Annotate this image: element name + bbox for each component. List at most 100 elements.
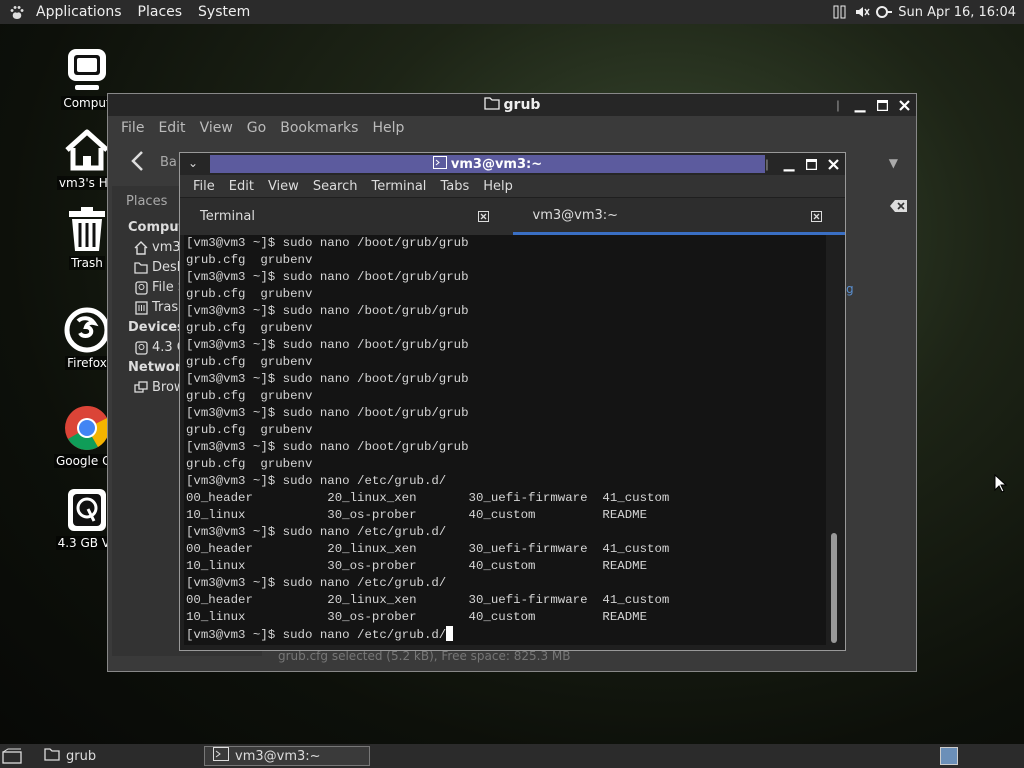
gnome-foot-icon[interactable] bbox=[6, 1, 28, 23]
text-cursor bbox=[446, 626, 454, 641]
prompt-text: [vm3@vm3 ~]$ sudo nano /etc/grub.d/ bbox=[186, 628, 447, 642]
menu-system[interactable]: System bbox=[190, 4, 258, 20]
terminal-line: [vm3@vm3 ~]$ sudo nano /etc/grub.d/ bbox=[186, 576, 447, 590]
terminal-line: grub.cfg grubenv bbox=[186, 389, 313, 403]
sidebar-header[interactable]: Places bbox=[126, 194, 167, 209]
terminal-icon bbox=[213, 747, 229, 765]
network-status-icon[interactable] bbox=[832, 4, 848, 20]
folder-icon bbox=[134, 261, 148, 275]
taskbar-item-label: grub bbox=[66, 748, 97, 764]
window-title: vm3@vm3:~ bbox=[450, 156, 543, 172]
drive-icon bbox=[63, 486, 111, 534]
terminal-tabbar: Terminal vm3@vm3:~ bbox=[180, 198, 845, 235]
terminal-line: grub.cfg grubenv bbox=[186, 253, 313, 267]
menu-help[interactable]: Help bbox=[365, 120, 411, 136]
terminal-menubar: File Edit View Search Terminal Tabs Help bbox=[180, 175, 845, 197]
trash-icon bbox=[63, 206, 111, 254]
menu-file[interactable]: File bbox=[186, 179, 222, 194]
menu-tabs[interactable]: Tabs bbox=[433, 179, 476, 194]
terminal-line: [vm3@vm3 ~]$ sudo nano /boot/grub/grub bbox=[186, 406, 469, 420]
terminal-line: [vm3@vm3 ~]$ sudo nano /boot/grub/grub bbox=[186, 270, 469, 284]
close-icon[interactable] bbox=[827, 158, 839, 170]
terminal-output[interactable]: [vm3@vm3 ~]$ sudo nano /boot/grub/grub gr… bbox=[184, 235, 826, 645]
maximize-icon[interactable] bbox=[805, 158, 817, 170]
terminal-line: 10_linux 30_os-prober 40_custom README bbox=[186, 508, 648, 522]
menu-help[interactable]: Help bbox=[476, 179, 520, 194]
terminal-line: [vm3@vm3 ~]$ sudo nano /etc/grub.d/ bbox=[186, 525, 447, 539]
menu-bookmarks[interactable]: Bookmarks bbox=[273, 120, 365, 136]
close-tab-icon[interactable] bbox=[477, 209, 491, 223]
system-tray: Sun Apr 16, 16:04 bbox=[832, 0, 1024, 24]
menu-edit[interactable]: Edit bbox=[222, 179, 261, 194]
clock[interactable]: Sun Apr 16, 16:04 bbox=[898, 5, 1016, 20]
computer-icon bbox=[63, 46, 111, 94]
terminal-line: [vm3@vm3 ~]$ sudo nano /boot/grub/grub bbox=[186, 236, 469, 250]
taskbar-item-grub[interactable]: grub bbox=[36, 746, 196, 766]
tab-terminal[interactable]: Terminal bbox=[180, 198, 513, 235]
terminal-line: 00_header 20_linux_xen 30_uefi-firmware … bbox=[186, 593, 670, 607]
tab-vm3[interactable]: vm3@vm3:~ bbox=[512, 198, 845, 235]
menu-view[interactable]: View bbox=[261, 179, 306, 194]
sidebar-item-desktop[interactable]: Desk bbox=[134, 260, 184, 275]
keyring-icon[interactable] bbox=[876, 4, 893, 20]
show-desktop-icon[interactable] bbox=[2, 748, 22, 764]
menu-go[interactable]: Go bbox=[240, 120, 273, 136]
network-icon bbox=[134, 380, 148, 395]
desktop-icon-label: Firefox bbox=[65, 356, 109, 370]
terminal-line: 10_linux 30_os-prober 40_custom README bbox=[186, 610, 648, 624]
folder-icon bbox=[44, 747, 60, 765]
menu-applications[interactable]: Applications bbox=[28, 4, 130, 20]
home-icon bbox=[134, 240, 148, 255]
drive-icon bbox=[134, 280, 148, 295]
back-button-label[interactable]: Ba bbox=[160, 155, 177, 170]
close-icon[interactable] bbox=[898, 99, 910, 111]
taskbar-item-label: vm3@vm3:~ bbox=[235, 748, 321, 764]
taskbar-item-terminal[interactable]: vm3@vm3:~ bbox=[204, 746, 370, 766]
status-bar: grub.cfg selected (5.2 kB), Free space: … bbox=[278, 649, 571, 663]
menu-places[interactable]: Places bbox=[130, 4, 191, 20]
window-menu-icon[interactable]: ❘ bbox=[832, 99, 844, 112]
file-manager-titlebar[interactable]: grub ❘ ▁ bbox=[108, 94, 916, 116]
folder-icon bbox=[483, 96, 500, 114]
file-manager-menubar: File Edit View Go Bookmarks Help bbox=[108, 116, 916, 140]
minimize-icon[interactable]: ▁ bbox=[854, 97, 866, 113]
terminal-line: [vm3@vm3 ~]$ sudo nano /boot/grub/grub bbox=[186, 338, 469, 352]
menu-edit[interactable]: Edit bbox=[151, 120, 192, 136]
trash-icon bbox=[134, 300, 148, 315]
workspace-switcher[interactable] bbox=[940, 747, 958, 765]
terminal-icon bbox=[432, 155, 447, 173]
firefox-icon bbox=[63, 306, 111, 354]
minimize-icon[interactable]: ▁ bbox=[783, 156, 795, 172]
maximize-icon[interactable] bbox=[876, 99, 888, 111]
home-icon bbox=[63, 126, 111, 174]
menu-terminal[interactable]: Terminal bbox=[364, 179, 433, 194]
close-tab-icon[interactable] bbox=[809, 209, 823, 223]
terminal-line: grub.cfg grubenv bbox=[186, 355, 313, 369]
terminal-titlebar[interactable]: ⌄ vm3@vm3:~ ❘ ▁ bbox=[180, 153, 845, 175]
chevron-down-icon[interactable]: ▼ bbox=[889, 156, 898, 170]
terminal-window[interactable]: ⌄ vm3@vm3:~ ❘ ▁ File Edit View Search Te… bbox=[179, 152, 846, 651]
menu-view[interactable]: View bbox=[193, 120, 240, 136]
chrome-icon bbox=[63, 404, 111, 452]
terminal-line: 00_header 20_linux_xen 30_uefi-firmware … bbox=[186, 491, 670, 505]
terminal-line: [vm3@vm3 ~]$ sudo nano /boot/grub/grub bbox=[186, 372, 469, 386]
sidebar-item-home[interactable]: vm3 bbox=[134, 240, 181, 255]
volume-icon[interactable] bbox=[854, 4, 870, 20]
terminal-scrollbar[interactable] bbox=[831, 533, 837, 643]
sidebar-item-browse-network[interactable]: Brow bbox=[134, 380, 185, 395]
sidebar-section-computer: Comput bbox=[128, 220, 185, 235]
top-panel: Applications Places System Sun Apr 16, 1… bbox=[0, 0, 1024, 24]
terminal-line: [vm3@vm3 ~]$ sudo nano /boot/grub/grub bbox=[186, 304, 469, 318]
selected-file-label[interactable]: g bbox=[846, 282, 854, 296]
terminal-prompt-line[interactable]: [vm3@vm3 ~]$ sudo nano /etc/grub.d/ bbox=[186, 626, 826, 644]
menu-search[interactable]: Search bbox=[306, 179, 365, 194]
drive-icon bbox=[134, 340, 148, 355]
back-arrow-icon[interactable] bbox=[128, 150, 152, 174]
terminal-line: grub.cfg grubenv bbox=[186, 287, 313, 301]
menu-file[interactable]: File bbox=[114, 120, 151, 136]
window-menu-icon[interactable]: ⌄ bbox=[188, 156, 198, 170]
terminal-line: grub.cfg grubenv bbox=[186, 423, 313, 437]
terminal-line: [vm3@vm3 ~]$ sudo nano /boot/grub/grub bbox=[186, 440, 469, 454]
clear-location-icon[interactable] bbox=[890, 198, 908, 217]
sidebar-item-label: vm3 bbox=[152, 240, 181, 255]
